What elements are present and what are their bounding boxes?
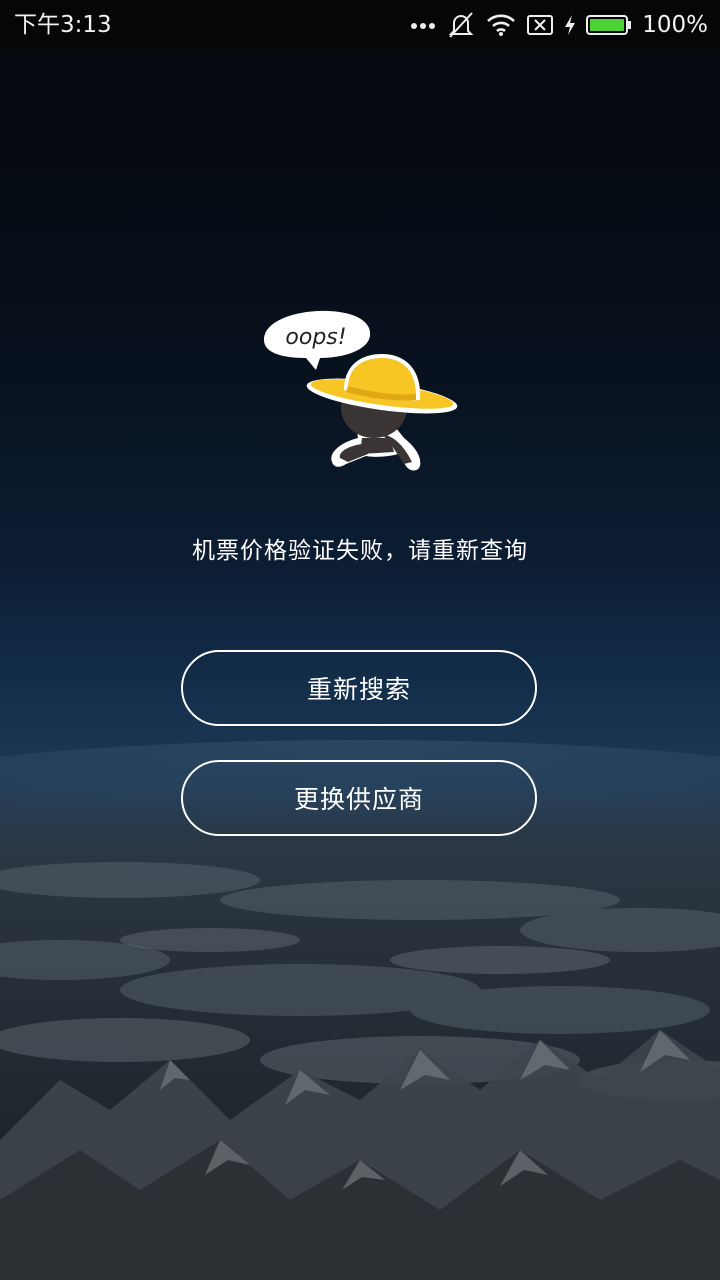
battery-icon <box>586 15 632 35</box>
wifi-icon <box>487 14 516 36</box>
status-bar: 下午3:13 100% <box>0 0 720 50</box>
switch-supplier-button[interactable]: 更换供应商 <box>181 760 537 836</box>
charging-icon <box>565 15 576 35</box>
vibrate-off-icon <box>448 12 474 38</box>
battery-percentage: 100% <box>642 12 708 38</box>
background-earth-image <box>0 740 720 1280</box>
error-screen: 下午3:13 100% oops! 机票价格验证失败，请重新查询 重新搜索 更换… <box>0 0 720 1280</box>
speech-bubble-text: oops! <box>285 325 346 350</box>
status-icons: 100% <box>410 8 708 42</box>
error-message: 机票价格验证失败，请重新查询 <box>192 538 528 564</box>
research-button[interactable]: 重新搜索 <box>181 650 537 726</box>
status-time: 下午3:13 <box>14 12 112 38</box>
more-dots-icon <box>411 23 436 29</box>
oops-mascot-illustration: oops! <box>264 310 458 471</box>
speech-bubble: oops! <box>264 310 371 370</box>
no-sim-icon <box>527 15 554 35</box>
